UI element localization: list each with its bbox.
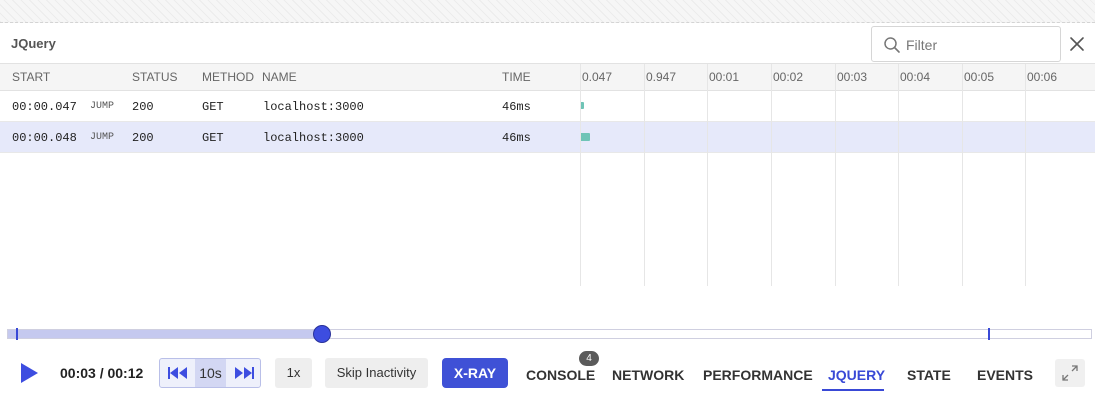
tab-state[interactable]: STATE [907,367,951,383]
tab-network[interactable]: NETWORK [612,367,684,383]
panel-title: JQuery [11,36,56,51]
row-method: GET [202,131,224,145]
jump-link[interactable]: JUMP [90,101,114,112]
active-tab-indicator [822,389,884,391]
timeline-tick: 0.947 [646,70,677,84]
tab-jquery[interactable]: JQUERY [828,367,885,383]
skip-forward-icon [235,367,254,379]
timeline-gridline [580,64,581,286]
timeline-gridline [898,64,899,286]
timeline-tick: 0.047 [582,70,613,84]
timeline-gridline [771,64,772,286]
timeline-gridline [707,64,708,286]
row-time: 46ms [502,100,531,114]
timeline-tick: 00:04 [900,70,931,84]
playback-scrubber[interactable] [7,328,1092,340]
filter-input[interactable] [906,33,1056,57]
jump-link[interactable]: JUMP [90,132,114,143]
table-header: START STATUS METHOD NAME TIME [0,64,1095,91]
skip-back-button[interactable] [160,359,195,387]
timeline-tick: 00:02 [773,70,804,84]
timeline-tick: 00:01 [709,70,740,84]
row-start: 00:00.048 [12,131,77,145]
column-time[interactable]: TIME [502,70,531,84]
play-icon[interactable] [18,362,40,384]
skip-inactivity-button[interactable]: Skip Inactivity [325,358,428,388]
fullscreen-icon [1062,365,1078,381]
skip-forward-button[interactable] [226,359,261,387]
column-method[interactable]: METHOD [202,70,254,84]
timeline-bar [580,133,590,141]
xray-button[interactable]: X-RAY [442,358,508,388]
timeline-tick: 00:03 [837,70,868,84]
skip-interval[interactable]: 10s [195,359,226,387]
timeline-gridline [835,64,836,286]
row-name: localhost:3000 [263,131,364,145]
tab-events[interactable]: EVENTS [977,367,1033,383]
scrubber-handle[interactable] [313,325,331,343]
speed-button[interactable]: 1x [275,358,312,388]
row-method: GET [202,100,224,114]
scrubber-progress [8,330,322,338]
table-row[interactable]: 00:00.048 JUMP 200 GET localhost:3000 46… [0,122,1095,153]
row-status: 200 [132,131,154,145]
skip-back-icon [168,367,187,379]
timeline-gridline [962,64,963,286]
row-name: localhost:3000 [263,100,364,114]
timeline-tick: 00:05 [964,70,995,84]
column-start[interactable]: START [12,70,50,84]
column-name[interactable]: NAME [262,70,297,84]
timeline-gridline [644,64,645,286]
row-time: 46ms [502,131,531,145]
search-icon [884,37,900,53]
table-row[interactable]: 00:00.047 JUMP 200 GET localhost:3000 46… [0,91,1095,122]
column-status[interactable]: STATUS [132,70,178,84]
skip-controls: 10s [159,358,261,388]
close-icon[interactable] [1068,35,1086,53]
event-marker[interactable] [988,328,990,340]
top-dashed-area [0,0,1095,23]
timeline-tick: 00:06 [1027,70,1058,84]
row-start: 00:00.047 [12,100,77,114]
fullscreen-button[interactable] [1055,359,1085,387]
panel-header: JQuery [0,23,1095,64]
tab-performance[interactable]: PERFORMANCE [703,367,813,383]
time-display: 00:03 / 00:12 [60,365,144,381]
timeline-gridline [1025,64,1026,286]
filter-field[interactable] [871,26,1061,62]
console-count-badge: 4 [579,351,599,366]
tab-console[interactable]: CONSOLE [526,367,595,383]
event-marker[interactable] [16,328,18,340]
row-status: 200 [132,100,154,114]
